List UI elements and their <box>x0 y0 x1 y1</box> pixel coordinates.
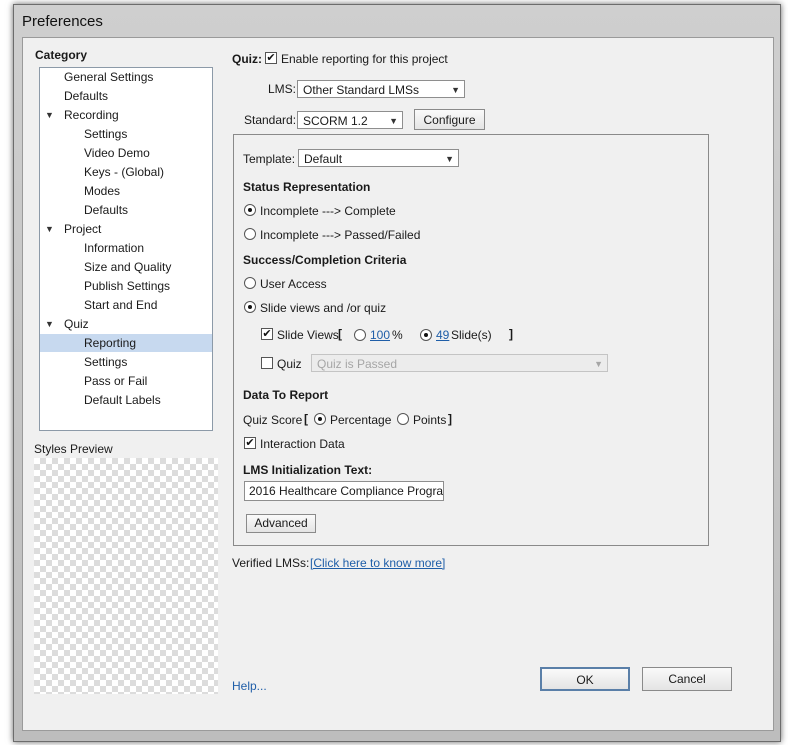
slides-unit: Slide(s) <box>451 328 492 342</box>
chevron-down-icon: ▼ <box>594 359 603 369</box>
slide-views-checkbox[interactable]: ✔ <box>261 328 273 340</box>
bracket-close: ] <box>509 327 513 341</box>
styles-preview-area <box>34 458 218 694</box>
status-complete-radio[interactable] <box>244 204 256 216</box>
chevron-down-icon: ▼ <box>451 85 460 95</box>
quiz-criteria-checkbox[interactable] <box>261 357 273 369</box>
data-to-report-heading: Data To Report <box>243 388 329 402</box>
tree-item-recording-defaults[interactable]: Defaults <box>84 201 128 219</box>
tree-item-reporting[interactable]: Reporting <box>40 334 212 352</box>
tree-item-defaults[interactable]: Defaults <box>64 87 108 105</box>
template-label: Template: <box>243 152 296 166</box>
interaction-data-label: Interaction Data <box>260 437 345 451</box>
tree-item-quiz-settings[interactable]: Settings <box>84 353 127 371</box>
percent-radio[interactable] <box>354 329 366 341</box>
preferences-dialog: Preferences Category General Settings De… <box>13 4 781 742</box>
user-access-radio[interactable] <box>244 277 256 289</box>
criteria-heading: Success/Completion Criteria <box>243 253 407 267</box>
interaction-data-checkbox[interactable]: ✔ <box>244 437 256 449</box>
percentage-label: Percentage <box>330 413 392 427</box>
reporting-options-panel: Template: Default ▼ Status Representatio… <box>233 134 709 546</box>
verified-lms-link[interactable]: [Click here to know more] <box>310 556 445 570</box>
lms-select[interactable]: Other Standard LMSs ▼ <box>297 80 465 98</box>
tree-item-publish-settings[interactable]: Publish Settings <box>84 277 170 295</box>
percent-value-field[interactable]: 100 <box>370 328 390 342</box>
slide-views-quiz-label: Slide views and /or quiz <box>260 301 387 315</box>
status-passed-failed-radio[interactable] <box>244 228 256 240</box>
standard-label: Standard: <box>244 113 297 127</box>
lms-label: LMS: <box>268 82 297 96</box>
verified-lms-label: Verified LMSs: <box>232 556 310 570</box>
collapse-triangle-icon[interactable]: ▼ <box>45 224 54 234</box>
score-bracket-open: [ <box>304 412 308 426</box>
slide-views-label: Slide Views <box>277 328 339 342</box>
user-access-label: User Access <box>260 277 327 291</box>
tree-item-recording[interactable]: Recording <box>64 106 119 124</box>
collapse-triangle-icon[interactable]: ▼ <box>45 110 54 120</box>
tree-item-size-and-quality[interactable]: Size and Quality <box>84 258 171 276</box>
tree-item-general-settings[interactable]: General Settings <box>64 68 153 86</box>
score-bracket-close: ] <box>448 412 452 426</box>
slides-radio[interactable] <box>420 329 432 341</box>
styles-preview-label: Styles Preview <box>34 442 113 456</box>
percent-unit: % <box>392 328 403 342</box>
standard-value: SCORM 1.2 <box>303 114 368 128</box>
template-value: Default <box>304 152 343 166</box>
category-tree: General Settings Defaults ▼ Recording Se… <box>39 67 213 431</box>
standard-select[interactable]: SCORM 1.2 ▼ <box>297 111 403 129</box>
template-select[interactable]: Default ▼ <box>298 149 459 167</box>
slide-views-quiz-radio[interactable] <box>244 301 256 313</box>
configure-button[interactable]: Configure <box>414 109 485 130</box>
quiz-label: Quiz: <box>232 52 262 66</box>
tree-item-quiz[interactable]: Quiz <box>64 315 89 333</box>
tree-item-recording-settings[interactable]: Settings <box>84 125 127 143</box>
status-heading: Status Representation <box>243 180 371 194</box>
percentage-radio[interactable] <box>314 413 326 425</box>
category-heading: Category <box>35 48 88 62</box>
quiz-criteria-value: Quiz is Passed <box>317 357 398 371</box>
lms-init-heading: LMS Initialization Text: <box>243 463 373 477</box>
chevron-down-icon: ▼ <box>389 116 398 126</box>
title-bar[interactable]: Preferences <box>14 5 780 37</box>
ok-button[interactable]: OK <box>540 667 630 691</box>
cancel-button[interactable]: Cancel <box>642 667 732 691</box>
chevron-down-icon: ▼ <box>445 154 454 164</box>
tree-item-information[interactable]: Information <box>84 239 144 257</box>
dialog-body: Category General Settings Defaults ▼ Rec… <box>22 37 774 731</box>
lms-value: Other Standard LMSs <box>303 83 420 97</box>
tree-item-video-demo[interactable]: Video Demo <box>84 144 150 162</box>
enable-reporting-checkbox[interactable]: ✔ <box>265 52 277 64</box>
quiz-criteria-label: Quiz <box>277 357 302 371</box>
help-link[interactable]: Help... <box>232 679 267 693</box>
tree-item-project[interactable]: Project <box>64 220 101 238</box>
advanced-button[interactable]: Advanced <box>246 514 316 533</box>
status-complete-label: Incomplete ---> Complete <box>260 204 396 218</box>
points-radio[interactable] <box>397 413 409 425</box>
dialog-title: Preferences <box>22 13 103 30</box>
points-label: Points <box>413 413 447 427</box>
tree-item-default-labels[interactable]: Default Labels <box>84 391 161 409</box>
enable-reporting-label: Enable reporting for this project <box>281 52 448 66</box>
tree-item-pass-or-fail[interactable]: Pass or Fail <box>84 372 147 390</box>
status-passed-failed-label: Incomplete ---> Passed/Failed <box>260 228 421 242</box>
quiz-criteria-select[interactable]: Quiz is Passed ▼ <box>311 354 608 372</box>
slides-value-field[interactable]: 49 <box>436 328 449 342</box>
bracket-open: [ <box>338 327 342 341</box>
tree-item-modes[interactable]: Modes <box>84 182 120 200</box>
quiz-score-label: Quiz Score <box>243 413 303 427</box>
lms-init-text-input[interactable]: 2016 Healthcare Compliance Program Ov <box>244 481 444 501</box>
tree-item-keys-global[interactable]: Keys - (Global) <box>84 163 164 181</box>
tree-item-start-and-end[interactable]: Start and End <box>84 296 157 314</box>
collapse-triangle-icon[interactable]: ▼ <box>45 319 54 329</box>
